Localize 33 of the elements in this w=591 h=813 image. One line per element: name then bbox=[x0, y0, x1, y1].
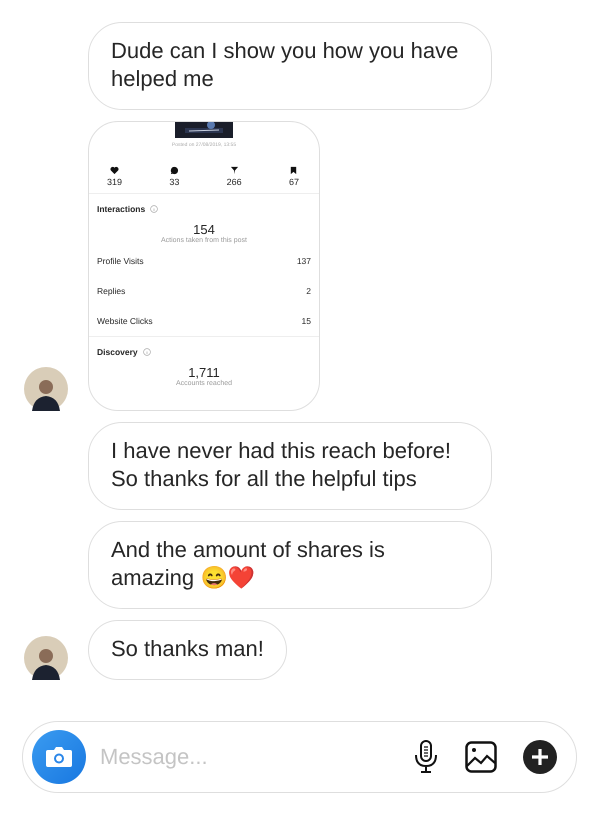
add-button[interactable] bbox=[523, 740, 557, 774]
camera-button[interactable] bbox=[32, 730, 86, 784]
discovery-total: 1,711 bbox=[187, 365, 220, 380]
stat-count: 33 bbox=[169, 177, 180, 187]
camera-icon bbox=[45, 746, 73, 768]
metric-value: 15 bbox=[302, 316, 311, 326]
message-bubble: Dude can I show you how you have helped me bbox=[88, 22, 492, 110]
avatar bbox=[24, 636, 68, 680]
bookmark-icon bbox=[289, 166, 298, 175]
gallery-button[interactable] bbox=[465, 741, 497, 773]
section-title: Interactions bbox=[97, 204, 146, 214]
metric-label: Replies bbox=[97, 286, 126, 296]
heart-icon bbox=[110, 166, 120, 175]
message-bubble: And the amount of shares is amazing 😄❤ bbox=[88, 521, 492, 609]
plus-icon bbox=[523, 740, 557, 774]
info-icon bbox=[142, 348, 151, 356]
microphone-icon bbox=[413, 740, 439, 774]
metric-value: 137 bbox=[296, 256, 311, 266]
stat-count: 67 bbox=[288, 177, 299, 187]
metric-label: Website Clicks bbox=[97, 316, 153, 326]
avatar bbox=[24, 367, 68, 411]
section-title: Discovery bbox=[97, 347, 138, 357]
metric-value: 2 bbox=[306, 286, 311, 296]
microphone-button[interactable] bbox=[413, 740, 439, 774]
message-bubble: So thanks man! bbox=[88, 620, 287, 680]
message-bubble: I have never had this reach before! So thanks for all the helpful tips bbox=[88, 422, 492, 510]
stat-count: 266 bbox=[226, 177, 242, 187]
metric-label: Profile Visits bbox=[97, 256, 144, 266]
stat-count: 319 bbox=[107, 177, 122, 187]
info-icon bbox=[150, 205, 158, 213]
comment-icon bbox=[170, 166, 179, 175]
interactions-total: 154 bbox=[193, 222, 216, 237]
image-icon bbox=[465, 741, 497, 773]
